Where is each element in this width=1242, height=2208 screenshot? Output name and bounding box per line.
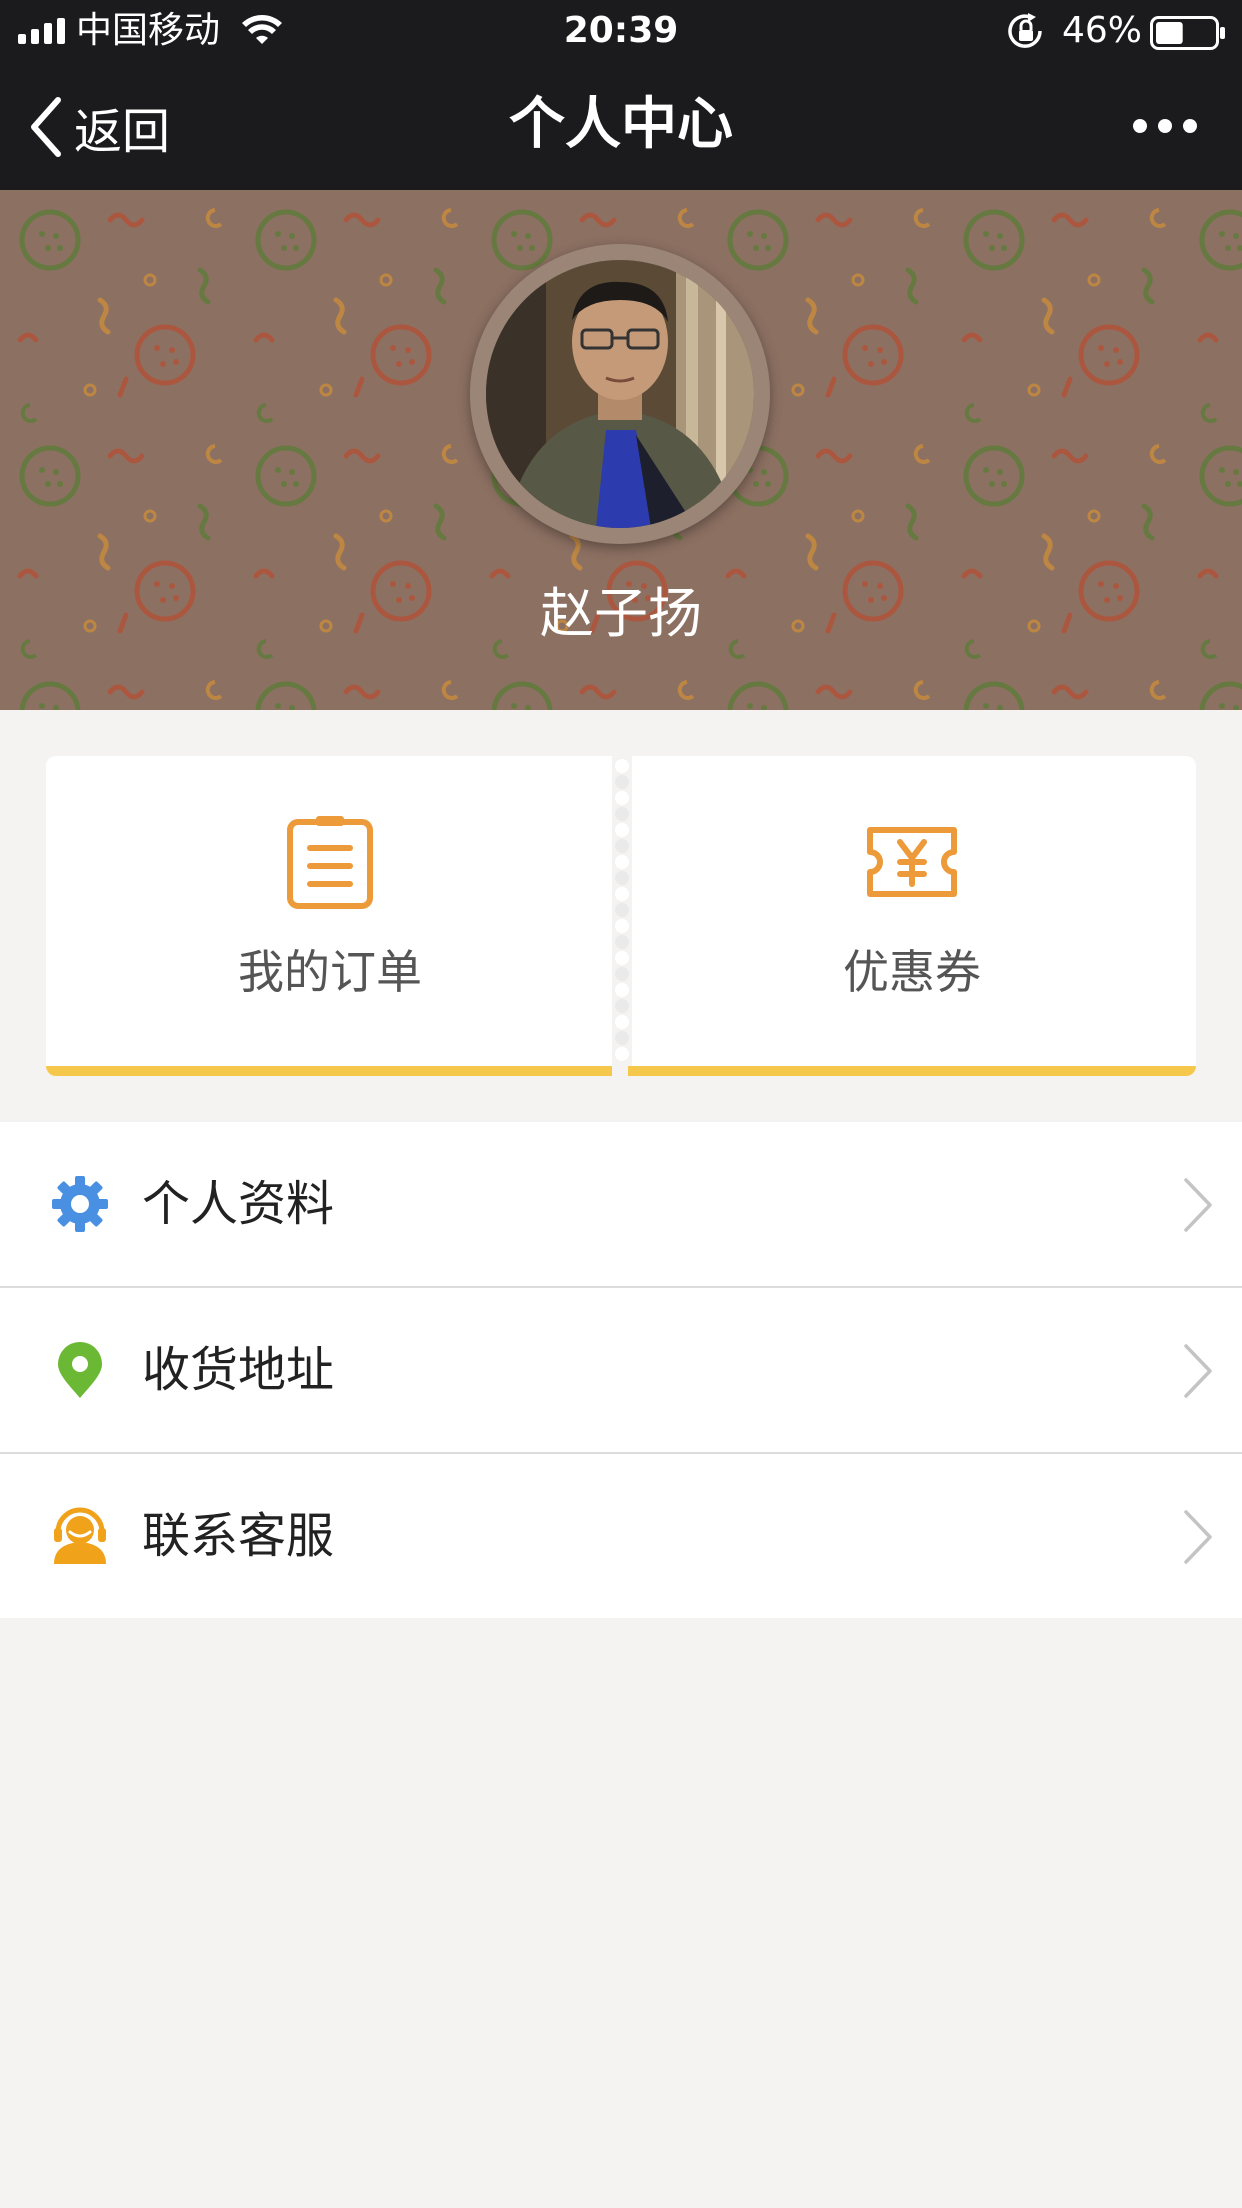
menu-list: 个人资料 收货地址 联系客服: [0, 1122, 1242, 1618]
menu-label-profile: 个人资料: [142, 1176, 335, 1232]
chevron-right-icon: [1184, 1344, 1212, 1398]
avatar[interactable]: [486, 260, 754, 528]
status-bar: 中国移动 20:39 46%: [0, 0, 1242, 62]
avatar-image: [486, 260, 754, 528]
order-clipboard-icon: [287, 816, 373, 909]
profile-banner: 赵子扬: [0, 190, 1242, 710]
menu-item-address[interactable]: 收货地址: [0, 1286, 1242, 1452]
menu-item-profile[interactable]: 个人资料: [0, 1122, 1242, 1286]
coupons-button[interactable]: 优惠券: [628, 756, 1196, 1076]
coupons-underline: [628, 1066, 1196, 1076]
page-title: 个人中心: [509, 92, 733, 157]
my-orders-button[interactable]: 我的订单: [46, 756, 614, 1076]
rotation-lock-icon: [1008, 13, 1042, 48]
location-pin-icon: [58, 1342, 102, 1398]
coupon-icon: [867, 827, 957, 897]
chevron-right-icon: [1184, 1178, 1212, 1232]
battery-icon: [1150, 16, 1225, 50]
nav-bar: 返回 个人中心: [0, 62, 1242, 190]
customer-service-icon: [54, 1507, 106, 1564]
status-time: 20:39: [563, 10, 679, 51]
orders-underline: [46, 1066, 614, 1076]
menu-label-customer-service: 联系客服: [142, 1508, 335, 1564]
avatar-frame: [470, 244, 770, 544]
quick-actions-card: 我的订单 优惠券: [46, 756, 1196, 1076]
menu-label-address: 收货地址: [142, 1342, 335, 1398]
coupons-label: 优惠券: [843, 945, 981, 999]
battery-percent: 46%: [1062, 10, 1143, 51]
gear-icon: [52, 1176, 108, 1232]
user-name: 赵子扬: [540, 582, 702, 645]
my-orders-label: 我的订单: [238, 945, 422, 999]
menu-item-customer-service[interactable]: 联系客服: [0, 1452, 1242, 1618]
chevron-right-icon: [1184, 1510, 1212, 1564]
more-icon[interactable]: [1130, 108, 1200, 144]
